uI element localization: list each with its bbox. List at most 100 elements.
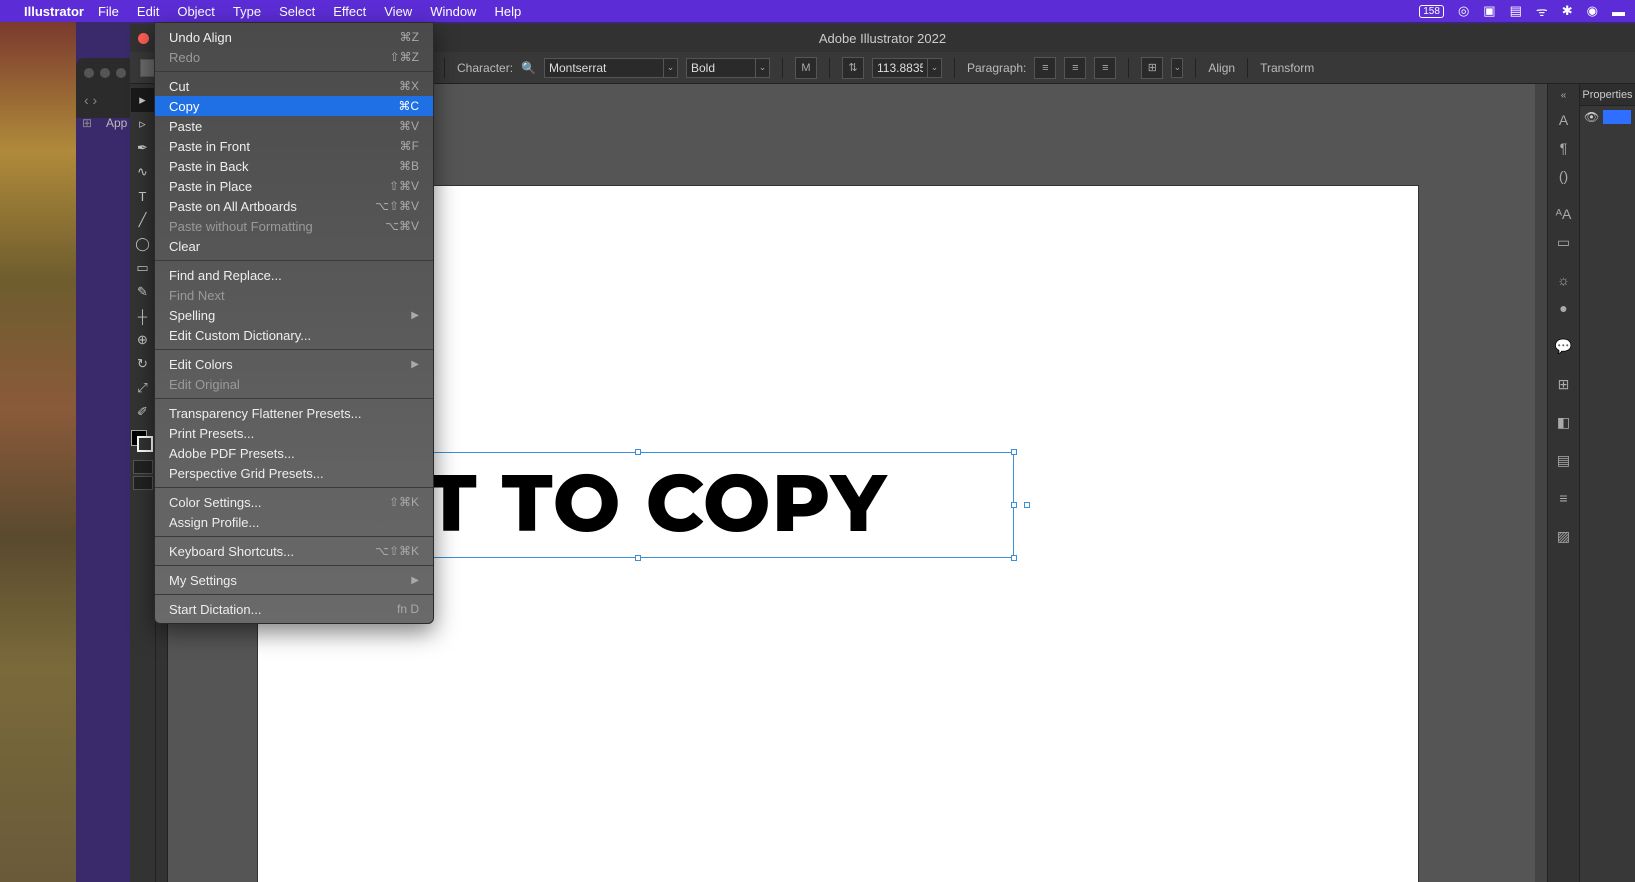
paintbrush-tool-icon[interactable]: ✎ (131, 280, 155, 304)
menu-item-paste-on-all-artboards[interactable]: Paste on All Artboards⌥⇧⌘V (155, 196, 433, 216)
align-right-icon[interactable]: ≡ (1094, 57, 1116, 79)
transform-link[interactable]: Transform (1260, 61, 1314, 75)
menu-item-perspective-grid-presets[interactable]: Perspective Grid Presets... (155, 463, 433, 483)
scale-tool-icon[interactable]: ⤢ (131, 376, 155, 400)
align-panel2-icon[interactable]: ⊞ (1551, 371, 1577, 397)
pathfinder-panel-icon[interactable]: ◧ (1551, 409, 1577, 435)
type-tool-icon[interactable]: T (131, 184, 155, 208)
font-family-input[interactable] (544, 58, 664, 78)
menu-item-clear[interactable]: Clear (155, 236, 433, 256)
appearance-light-icon[interactable]: ☼ (1551, 267, 1577, 293)
creative-cloud-icon[interactable]: ◎ (1458, 3, 1469, 19)
tray-camera-icon[interactable]: ▤ (1510, 3, 1522, 19)
fill-stroke-proxy[interactable] (131, 430, 155, 458)
menu-select[interactable]: Select (279, 4, 315, 19)
line-tool-icon[interactable]: ╱ (131, 208, 155, 232)
menu-item-transparency-flattener-presets[interactable]: Transparency Flattener Presets... (155, 403, 433, 423)
menu-item-my-settings[interactable]: My Settings▶ (155, 570, 433, 590)
glyphs-panel-icon[interactable]: ᴬA (1551, 201, 1577, 227)
menu-item-paste-in-front[interactable]: Paste in Front⌘F (155, 136, 433, 156)
curvature-tool-icon[interactable]: ∿ (131, 160, 155, 184)
bluetooth-icon[interactable]: ✱ (1562, 3, 1573, 19)
align-panel-icon[interactable]: ⊞ (1141, 57, 1163, 79)
menu-item-start-dictation[interactable]: Start Dictation...fn D (155, 599, 433, 619)
font-search-icon[interactable]: 🔍 (521, 61, 536, 75)
menu-item-paste-in-back[interactable]: Paste in Back⌘B (155, 156, 433, 176)
menu-item-edit-custom-dictionary[interactable]: Edit Custom Dictionary... (155, 325, 433, 345)
screen-mode-icon[interactable] (133, 476, 153, 490)
appearance-dark-icon[interactable]: ● (1551, 295, 1577, 321)
comments-panel-icon[interactable]: 💬 (1551, 333, 1577, 359)
align-center-icon[interactable]: ≡ (1064, 57, 1086, 79)
eyedropper-tool-icon[interactable]: ✐ (131, 400, 155, 424)
menu-item-shortcut: fn D (397, 602, 419, 616)
tray-circle-icon[interactable]: ◉ (1587, 3, 1598, 19)
menu-item-color-settings[interactable]: Color Settings...⇧⌘K (155, 492, 433, 512)
width-tool-icon[interactable]: ┼ (131, 304, 155, 328)
menu-file[interactable]: File (98, 4, 119, 19)
align-panel-dropdown-icon[interactable]: ⌄ (1171, 58, 1183, 78)
tray-square-icon[interactable]: ▣ (1483, 3, 1495, 19)
menu-item-label: Redo (169, 50, 390, 65)
menu-object[interactable]: Object (177, 4, 215, 19)
menu-window[interactable]: Window (430, 4, 476, 19)
align-link[interactable]: Align (1208, 61, 1235, 75)
paragraph-panel-icon[interactable]: ¶ (1551, 135, 1577, 161)
direct-selection-tool-icon[interactable]: ▹ (131, 112, 155, 136)
menu-item-undo-align[interactable]: Undo Align⌘Z (155, 27, 433, 47)
pen-tool-icon[interactable]: ✒ (131, 136, 155, 160)
align-left-icon[interactable]: ≡ (1034, 57, 1056, 79)
font-family-dropdown-icon[interactable]: ⌄ (664, 58, 678, 78)
menu-item-cut[interactable]: Cut⌘X (155, 76, 433, 96)
menu-item-shortcut: ⌘Z (400, 30, 419, 44)
menu-item-find-next: Find Next (155, 285, 433, 305)
menu-type[interactable]: Type (233, 4, 261, 19)
wifi-icon[interactable]: ᯤ (1536, 2, 1548, 20)
opentype-panel-icon[interactable]: () (1551, 163, 1577, 189)
properties-tab[interactable]: Properties (1580, 84, 1635, 106)
font-size-link-icon[interactable]: ⇅ (842, 57, 864, 79)
transparency-panel-icon[interactable]: ▨ (1551, 523, 1577, 549)
menu-item-paste-in-place[interactable]: Paste in Place⇧⌘V (155, 176, 433, 196)
menu-item-print-presets[interactable]: Print Presets... (155, 423, 433, 443)
draw-mode-icon[interactable] (133, 460, 153, 474)
font-size-input[interactable] (872, 58, 928, 78)
menu-item-copy[interactable]: Copy⌘C (155, 96, 433, 116)
menu-item-assign-profile[interactable]: Assign Profile... (155, 512, 433, 532)
shape-builder-tool-icon[interactable]: ⊕ (131, 328, 155, 352)
tray-badge[interactable]: 158 (1419, 5, 1444, 18)
menu-item-keyboard-shortcuts[interactable]: Keyboard Shortcuts...⌥⇧⌘K (155, 541, 433, 561)
font-size-dropdown-icon[interactable]: ⌄ (928, 58, 942, 78)
character-panel-icon[interactable]: A (1551, 107, 1577, 133)
menu-item-edit-colors[interactable]: Edit Colors▶ (155, 354, 433, 374)
styles-panel-icon[interactable]: ▭ (1551, 229, 1577, 255)
menu-view[interactable]: View (384, 4, 412, 19)
menu-item-label: Spelling (169, 308, 411, 323)
menu-effect[interactable]: Effect (333, 4, 366, 19)
rectangle-tool-icon[interactable]: ▭ (131, 256, 155, 280)
menu-item-paste[interactable]: Paste⌘V (155, 116, 433, 136)
selection-tool-icon[interactable]: ▸ (131, 88, 155, 112)
font-style-dropdown-icon[interactable]: ⌄ (756, 58, 770, 78)
menu-item-shortcut: ⇧⌘K (389, 495, 419, 509)
collapse-panels-icon[interactable]: « (1561, 90, 1567, 101)
menu-help[interactable]: Help (494, 4, 521, 19)
menu-item-shortcut: ⌘X (399, 79, 419, 93)
menu-item-adobe-pdf-presets[interactable]: Adobe PDF Presets... (155, 443, 433, 463)
menu-edit[interactable]: Edit (137, 4, 159, 19)
battery-icon[interactable]: ▬ (1612, 4, 1625, 19)
rotate-tool-icon[interactable]: ↻ (131, 352, 155, 376)
layer-visibility-icon[interactable]: 👁 (1584, 110, 1599, 124)
menu-item-paste-without-formatting: Paste without Formatting⌥⌘V (155, 216, 433, 236)
scrollbar-vertical[interactable] (1535, 84, 1547, 882)
artboards-panel-icon[interactable]: ▤ (1551, 447, 1577, 473)
touch-type-icon[interactable]: M (795, 57, 817, 79)
window-close-button[interactable] (138, 33, 149, 44)
menu-item-spelling[interactable]: Spelling▶ (155, 305, 433, 325)
stroke-panel-icon[interactable]: ≡ (1551, 485, 1577, 511)
layer-row[interactable]: 👁 (1580, 106, 1635, 128)
app-name[interactable]: Illustrator (24, 4, 84, 19)
ellipse-tool-icon[interactable]: ◯ (131, 232, 155, 256)
font-style-input[interactable] (686, 58, 756, 78)
menu-item-find-and-replace[interactable]: Find and Replace... (155, 265, 433, 285)
